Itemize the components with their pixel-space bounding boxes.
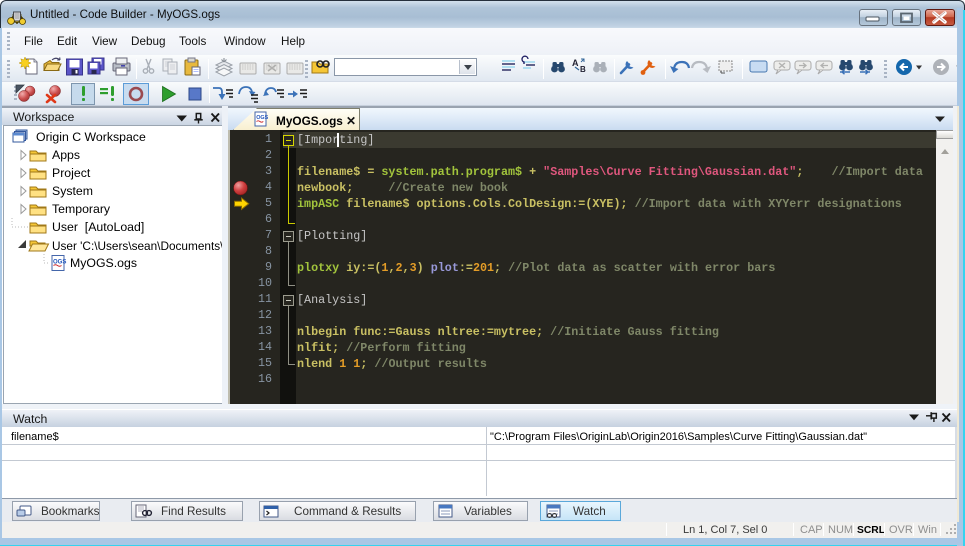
svg-text:OGS: OGS [256,115,268,121]
svg-text:B: B [580,65,586,74]
svg-text:A: A [572,58,579,68]
